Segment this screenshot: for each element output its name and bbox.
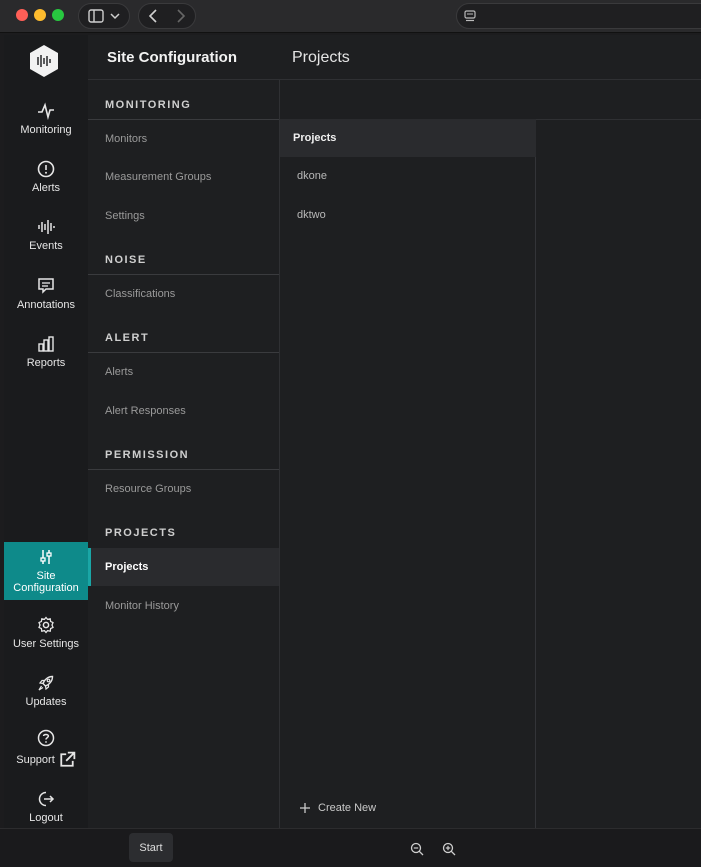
section-heading-projects: PROJECTS (105, 527, 177, 539)
maximize-window-button[interactable] (52, 9, 64, 21)
rail-item-site-configuration[interactable]: Site Configuration (4, 542, 88, 600)
history-nav (138, 3, 196, 29)
main-nav-rail: Monitoring Alerts Events Annotations Rep… (4, 35, 88, 828)
rail-item-monitoring[interactable]: Monitoring (4, 91, 88, 147)
back-arrow-icon[interactable] (148, 9, 158, 23)
rail-item-alerts[interactable]: Alerts (4, 149, 88, 205)
nav-link-alert-responses[interactable]: Alert Responses (88, 392, 279, 430)
section-heading-permission: PERMISSION (88, 440, 279, 470)
nav-link-settings[interactable]: Settings (88, 197, 279, 235)
project-detail-pane (536, 119, 701, 828)
rail-label-updates: Updates (25, 696, 67, 708)
create-new-label: Create New (318, 802, 377, 814)
alert-circle-icon (37, 160, 55, 178)
forward-arrow-icon[interactable] (176, 9, 186, 23)
project-item-dkone[interactable]: dkone (280, 157, 536, 195)
rail-item-annotations[interactable]: Annotations (4, 266, 88, 322)
rail-item-support[interactable]: Support (4, 721, 88, 777)
external-link-icon (60, 751, 76, 767)
nav-link-measurement-groups[interactable]: Measurement Groups (88, 158, 279, 196)
page-title: Site Configuration (107, 48, 237, 66)
rail-label-support: Support (16, 751, 76, 769)
gear-icon (38, 616, 54, 634)
plus-icon (300, 803, 310, 813)
section-heading-noise: NOISE (88, 245, 279, 275)
rail-label-reports: Reports (26, 357, 66, 369)
project-list-heading[interactable]: Projects (280, 119, 536, 157)
help-circle-icon (37, 729, 55, 747)
nav-link-monitors[interactable]: Monitors (88, 120, 279, 158)
start-button[interactable]: Start (129, 833, 173, 862)
zoom-in-icon[interactable] (442, 842, 456, 856)
rail-label-user-settings: User Settings (12, 638, 80, 650)
nav-link-resource-groups[interactable]: Resource Groups (88, 470, 279, 508)
sliders-icon (40, 550, 52, 564)
app-window: Monitoring Alerts Events Annotations Rep… (4, 35, 701, 828)
section-heading-monitoring: MONITORING (88, 90, 279, 120)
rail-item-user-settings[interactable]: User Settings (4, 605, 88, 661)
rail-item-events[interactable]: Events (4, 207, 88, 263)
rail-item-reports[interactable]: Reports (4, 324, 88, 380)
page-icon (464, 10, 476, 22)
sidebar-icon (88, 9, 104, 23)
window-titlebar (0, 0, 701, 33)
projects-column: Projects Projects dkone dktwo Create New (279, 49, 701, 828)
rail-label-annotations: Annotations (16, 299, 76, 311)
activity-icon (38, 102, 54, 120)
rail-label-alerts: Alerts (31, 182, 61, 194)
rail-label-events: Events (29, 240, 63, 252)
nav-link-alerts[interactable]: Alerts (88, 353, 279, 391)
nav-link-projects[interactable]: Projects (88, 548, 279, 586)
settings-nav: MONITORING Monitors Measurement Groups S… (88, 80, 279, 828)
rocket-icon (38, 675, 54, 691)
bar-chart-icon (38, 336, 54, 352)
panel-header: Site Configuration (88, 35, 701, 80)
nav-link-classifications[interactable]: Classifications (88, 275, 279, 313)
project-item-dktwo[interactable]: dktwo (280, 196, 536, 234)
nav-link-monitor-history[interactable]: Monitor History (88, 587, 279, 625)
zoom-out-icon[interactable] (410, 842, 424, 856)
rail-item-updates[interactable]: Updates (4, 663, 88, 719)
address-bar[interactable] (456, 3, 701, 29)
rail-item-logout[interactable]: Logout (4, 779, 88, 835)
waveform-icon (38, 220, 55, 234)
rail-label-site-configuration: Site Configuration (13, 570, 79, 594)
site-configuration-panel: Site Configuration MONITORING Monitors M… (88, 35, 701, 828)
chevron-down-icon (110, 13, 120, 20)
rail-label-logout: Logout (29, 812, 63, 824)
bottom-toolbar: Start (0, 828, 701, 867)
create-new-button[interactable]: Create New (300, 802, 376, 814)
projects-title: Projects (292, 48, 350, 66)
project-list: Projects dkone dktwo Create New (280, 119, 536, 828)
rail-label-monitoring: Monitoring (20, 124, 72, 136)
minimize-window-button[interactable] (34, 9, 46, 21)
app-logo-icon (30, 45, 58, 77)
logout-icon (38, 791, 55, 807)
sidebar-toggle-button[interactable] (78, 3, 130, 29)
section-heading-alert: ALERT (88, 323, 279, 353)
close-window-button[interactable] (16, 9, 28, 21)
annotation-icon (38, 278, 54, 294)
